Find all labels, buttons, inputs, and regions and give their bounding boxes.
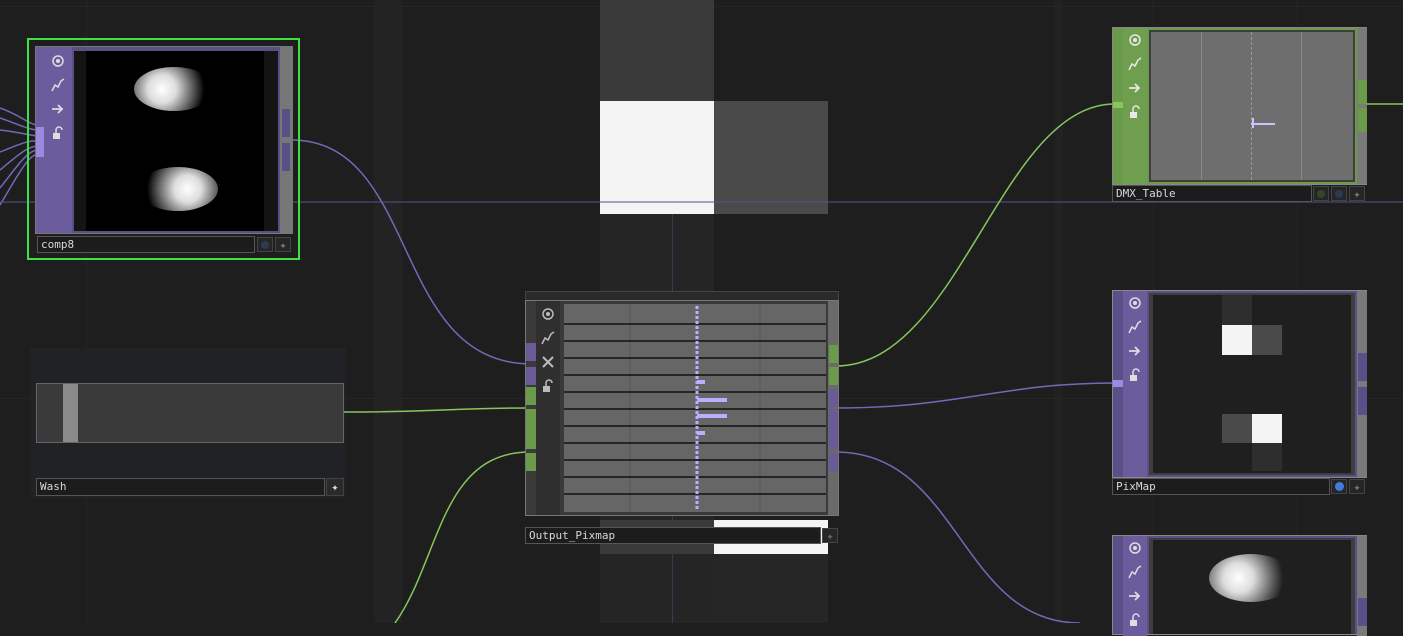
comp8-body xyxy=(35,46,293,234)
input-port[interactable] xyxy=(526,367,536,385)
dmx-table-sidebar xyxy=(1123,28,1147,184)
output-port[interactable] xyxy=(1358,387,1367,415)
input-port[interactable] xyxy=(526,387,536,405)
dmx-right-strip xyxy=(1357,28,1367,184)
flag-dot-icon[interactable] xyxy=(1331,186,1347,201)
plus-icon[interactable]: ✦ xyxy=(1349,479,1365,494)
viewer-icon[interactable] xyxy=(1123,537,1146,559)
lock-icon[interactable] xyxy=(1123,609,1146,631)
cook-icon[interactable] xyxy=(536,327,559,349)
output-port[interactable] xyxy=(1358,108,1367,132)
wire xyxy=(290,139,531,365)
flag-dot-icon[interactable] xyxy=(1331,479,1347,494)
plus-icon[interactable]: ✦ xyxy=(822,528,838,543)
node-label[interactable]: Wash xyxy=(36,478,325,496)
output-port[interactable] xyxy=(1358,80,1367,104)
input-port[interactable] xyxy=(526,453,536,471)
lock-icon[interactable] xyxy=(1123,101,1146,123)
input-port[interactable] xyxy=(526,343,536,361)
bg-preview-block xyxy=(600,0,714,101)
comp8-node[interactable]: comp8 ✦ xyxy=(27,38,300,260)
output-port[interactable] xyxy=(829,367,838,385)
comp8-input-port[interactable] xyxy=(36,127,44,157)
bg-preview-block xyxy=(714,554,828,623)
dmx-input-port[interactable] xyxy=(1113,102,1123,108)
cook-icon[interactable] xyxy=(1123,316,1146,338)
node-label[interactable]: Output_Pixmap xyxy=(525,527,821,544)
output-port[interactable] xyxy=(829,453,838,471)
lock-icon[interactable] xyxy=(536,375,559,397)
pixmap-right-strip xyxy=(1357,291,1367,477)
viewer-icon[interactable] xyxy=(46,50,69,72)
comp8-preview xyxy=(74,51,278,231)
viewer-icon[interactable] xyxy=(536,303,559,325)
pixel-block xyxy=(1222,325,1252,355)
plus-icon[interactable]: ✦ xyxy=(326,478,344,496)
bottom-comp-sidebar xyxy=(1123,536,1147,636)
output-pixmap-preview xyxy=(564,304,826,512)
pixmap-input-port[interactable] xyxy=(1113,380,1123,387)
dmx-table-preview xyxy=(1149,30,1355,182)
node-label[interactable]: comp8 xyxy=(37,236,255,253)
plus-icon[interactable]: ✦ xyxy=(1349,186,1365,201)
data-marker xyxy=(1251,123,1275,125)
background-column-band xyxy=(374,0,402,623)
wire xyxy=(835,382,1116,409)
comp8-right-strip xyxy=(280,47,292,233)
output-pixmap-right-strip xyxy=(828,301,838,515)
bottom-comp-node[interactable] xyxy=(1112,535,1367,636)
output-port[interactable] xyxy=(829,345,838,363)
lock-icon[interactable] xyxy=(46,122,69,144)
output-port[interactable] xyxy=(1358,353,1367,381)
lock-icon[interactable] xyxy=(1123,364,1146,386)
wire xyxy=(343,407,531,413)
plus-icon[interactable]: ✦ xyxy=(275,237,291,252)
comp8-sidebar xyxy=(36,47,72,233)
flag-dot-icon[interactable] xyxy=(1313,186,1329,201)
bypass-x-icon[interactable] xyxy=(536,351,559,373)
viewer-icon[interactable] xyxy=(1123,292,1146,314)
export-icon[interactable] xyxy=(46,98,69,120)
pixmap-sidebar xyxy=(1123,291,1147,477)
bg-preview-block xyxy=(600,101,714,214)
output-port[interactable] xyxy=(829,409,838,449)
export-icon[interactable] xyxy=(1123,585,1146,607)
output-port[interactable] xyxy=(829,389,838,407)
output-port[interactable] xyxy=(1358,598,1367,626)
node-label[interactable]: PixMap xyxy=(1112,478,1330,495)
flag-dot-icon[interactable] xyxy=(257,237,273,252)
wire xyxy=(835,451,1081,623)
pixel-block xyxy=(1252,414,1282,443)
dmx-table-node[interactable] xyxy=(1112,27,1367,185)
cook-icon[interactable] xyxy=(1123,53,1146,75)
export-icon[interactable] xyxy=(1123,77,1146,99)
background-column-band xyxy=(1055,0,1063,623)
light-blob xyxy=(138,167,218,211)
pixmap-node[interactable] xyxy=(1112,290,1367,478)
output-pixmap-sidebar xyxy=(536,301,560,515)
light-blob xyxy=(1209,554,1293,602)
cook-icon[interactable] xyxy=(46,74,69,96)
output-pixmap-body xyxy=(525,300,839,516)
pixmap-preview xyxy=(1149,293,1355,475)
node-label[interactable]: DMX_Table xyxy=(1112,185,1312,202)
cook-icon[interactable] xyxy=(1123,561,1146,583)
viewer-icon[interactable] xyxy=(1123,29,1146,51)
wash-slider[interactable] xyxy=(36,383,344,443)
wire xyxy=(835,103,1116,367)
input-port[interactable] xyxy=(526,409,536,449)
output-pixmap-node[interactable] xyxy=(525,291,839,516)
light-blob xyxy=(134,67,214,111)
wire xyxy=(394,451,531,623)
bottom-comp-preview xyxy=(1149,538,1355,634)
slider-handle[interactable] xyxy=(63,384,78,442)
bg-preview-block xyxy=(714,101,828,214)
export-icon[interactable] xyxy=(1123,340,1146,362)
bottom-comp-right-strip xyxy=(1357,536,1367,636)
